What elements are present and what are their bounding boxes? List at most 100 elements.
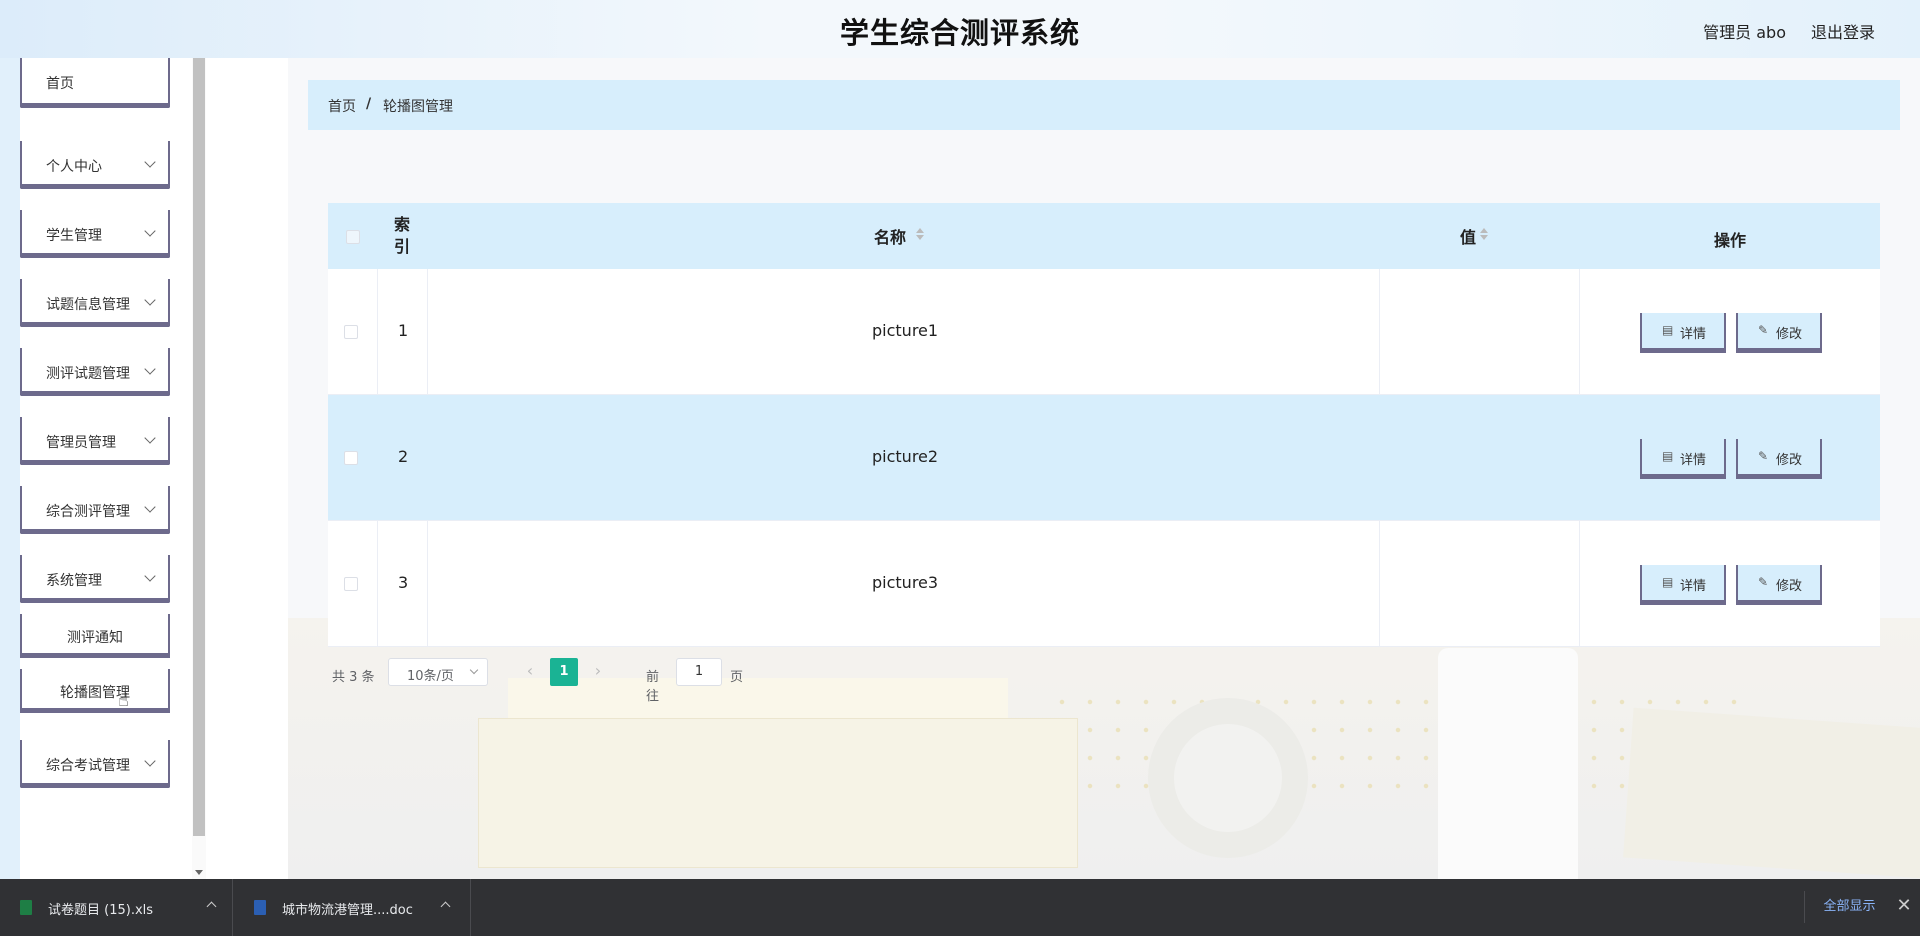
- header-actions: 操作: [1580, 203, 1880, 269]
- sidebar-item-label: 试题信息管理: [46, 297, 130, 313]
- detail-button-label: 详情: [1680, 453, 1707, 468]
- sidebar-item-label: 综合测评管理: [46, 504, 130, 520]
- sidebar-item-label: 首页: [46, 76, 74, 92]
- sidebar-item-system-management[interactable]: 系统管理: [20, 555, 170, 603]
- row-checkbox[interactable]: [344, 577, 358, 591]
- page-number[interactable]: 1: [550, 658, 578, 686]
- download-item[interactable]: 城市物流港管理....doc: [232, 879, 470, 936]
- chevron-down-icon: [144, 363, 156, 375]
- chevron-up-icon[interactable]: [440, 901, 451, 912]
- prev-page-icon[interactable]: ‹: [516, 658, 544, 686]
- header-index: 索 引: [378, 203, 428, 269]
- header-name-label: 名称: [874, 228, 907, 247]
- next-page-icon[interactable]: ›: [584, 658, 612, 686]
- chevron-down-icon: [144, 432, 156, 444]
- excel-file-icon: [20, 900, 32, 915]
- top-header: 学生综合测评系统 管理员 abo 退出登录: [0, 0, 1920, 58]
- edit-button-label: 修改: [1776, 327, 1803, 342]
- table-header: 索 引 名称 值 操作: [328, 203, 1880, 269]
- sidebar-item-student-management[interactable]: 学生管理: [20, 210, 170, 258]
- page-unit-label: 页: [730, 670, 744, 685]
- sidebar-item-assessment-questions[interactable]: 测评试题管理: [20, 348, 170, 396]
- table-row: 3 picture3 ▤ 详情 ✎ 修改: [328, 521, 1880, 647]
- breadcrumb-home[interactable]: 首页: [328, 96, 356, 116]
- breadcrumb-separator: /: [366, 96, 372, 112]
- goto-page-input[interactable]: 1: [676, 658, 722, 686]
- app-title: 学生综合测评系统: [839, 16, 1080, 50]
- detail-button[interactable]: ▤ 详情: [1640, 439, 1726, 479]
- row-checkbox[interactable]: [344, 451, 358, 465]
- breadcrumb-current: 轮播图管理: [383, 99, 453, 115]
- scrollbar-thumb[interactable]: [193, 58, 205, 836]
- chevron-up-icon[interactable]: [206, 901, 217, 912]
- sidebar-item-home[interactable]: 首页: [20, 58, 170, 108]
- row-checkbox[interactable]: [344, 325, 358, 339]
- document-icon: ▤: [1662, 575, 1674, 589]
- row-index: 2: [398, 447, 409, 466]
- download-filename: 城市物流港管理....doc: [282, 903, 413, 918]
- chevron-down-icon: [469, 665, 479, 675]
- word-file-icon: [254, 900, 266, 915]
- sidebar-subitem-carousel[interactable]: 轮播图管理: [20, 669, 170, 713]
- chevron-down-icon: [144, 755, 156, 767]
- detail-button-label: 详情: [1680, 327, 1707, 342]
- edit-icon: ✎: [1758, 575, 1769, 589]
- header-select-cell: [328, 203, 378, 269]
- header-index-label: 索 引: [394, 215, 411, 256]
- select-all-checkbox[interactable]: [346, 230, 360, 244]
- table-row: 1 picture1 ▤ 详情 ✎ 修改: [328, 269, 1880, 395]
- edit-button-label: 修改: [1776, 579, 1803, 594]
- page-size-value: 10条/页: [407, 669, 454, 684]
- edit-icon: ✎: [1758, 323, 1769, 337]
- sidebar-item-comprehensive-assessment[interactable]: 综合测评管理: [20, 486, 170, 534]
- detail-button[interactable]: ▤ 详情: [1640, 313, 1726, 353]
- row-name: picture2: [872, 447, 939, 466]
- sort-asc-icon[interactable]: [916, 228, 924, 233]
- scroll-down-icon[interactable]: [195, 870, 203, 875]
- sort-desc-icon[interactable]: [1480, 235, 1488, 240]
- logout-link[interactable]: 退出登录: [1811, 19, 1875, 43]
- current-user: 管理员 abo: [1703, 23, 1786, 42]
- row-index: 1: [398, 321, 409, 340]
- table-row: 2 picture2 ▤ 详情 ✎ 修改: [328, 395, 1880, 521]
- sidebar-item-label: 学生管理: [46, 228, 102, 244]
- header-value[interactable]: 值: [1380, 203, 1580, 269]
- show-all-downloads-button[interactable]: 全部显示: [1804, 891, 1894, 923]
- sort-desc-icon[interactable]: [916, 235, 924, 240]
- row-name: picture3: [872, 573, 939, 592]
- chevron-down-icon: [144, 225, 156, 237]
- header-actions-label: 操作: [1714, 231, 1747, 250]
- sidebar-scrollbar[interactable]: [192, 58, 206, 879]
- detail-button-label: 详情: [1680, 579, 1707, 594]
- sidebar-item-exam-management[interactable]: 综合考试管理: [20, 740, 170, 788]
- sidebar-item-question-info[interactable]: 试题信息管理: [20, 279, 170, 327]
- close-icon[interactable]: ✕: [1894, 895, 1914, 919]
- edit-button[interactable]: ✎ 修改: [1736, 439, 1822, 479]
- header-name[interactable]: 名称: [428, 203, 1380, 269]
- detail-button[interactable]: ▤ 详情: [1640, 565, 1726, 605]
- sidebar-item-label: 测评试题管理: [46, 366, 130, 382]
- sidebar-strip: [0, 58, 20, 879]
- chevron-down-icon: [144, 501, 156, 513]
- hand-cursor-icon: ☝: [118, 690, 129, 711]
- main-content: 首页 / 轮播图管理 索 引 名称 值 操作 1 picture1 ▤ 详情 ✎…: [206, 58, 1920, 879]
- sidebar-item-label: 系统管理: [46, 573, 102, 589]
- download-bar: 试卷题目 (15).xls 城市物流港管理....doc 全部显示 ✕: [0, 879, 1920, 936]
- page-size-select[interactable]: 10条/页: [388, 658, 488, 686]
- edit-button[interactable]: ✎ 修改: [1736, 313, 1822, 353]
- download-item[interactable]: 试卷题目 (15).xls: [0, 879, 232, 936]
- chevron-down-icon: [144, 294, 156, 306]
- sidebar-item-label: 综合考试管理: [46, 758, 130, 774]
- sort-asc-icon[interactable]: [1480, 228, 1488, 233]
- edit-button[interactable]: ✎ 修改: [1736, 565, 1822, 605]
- sidebar-item-personal-center[interactable]: 个人中心: [20, 141, 170, 189]
- sidebar-subitem-label: 轮播图管理: [60, 685, 130, 701]
- sidebar-subitem-notice[interactable]: 测评通知: [20, 614, 170, 658]
- download-filename: 试卷题目 (15).xls: [48, 903, 154, 918]
- edit-icon: ✎: [1758, 449, 1769, 463]
- row-index: 3: [398, 573, 409, 592]
- sidebar-item-label: 管理员管理: [46, 435, 116, 451]
- divider: [470, 879, 471, 936]
- row-name: picture1: [872, 321, 939, 340]
- sidebar-item-admin-management[interactable]: 管理员管理: [20, 417, 170, 465]
